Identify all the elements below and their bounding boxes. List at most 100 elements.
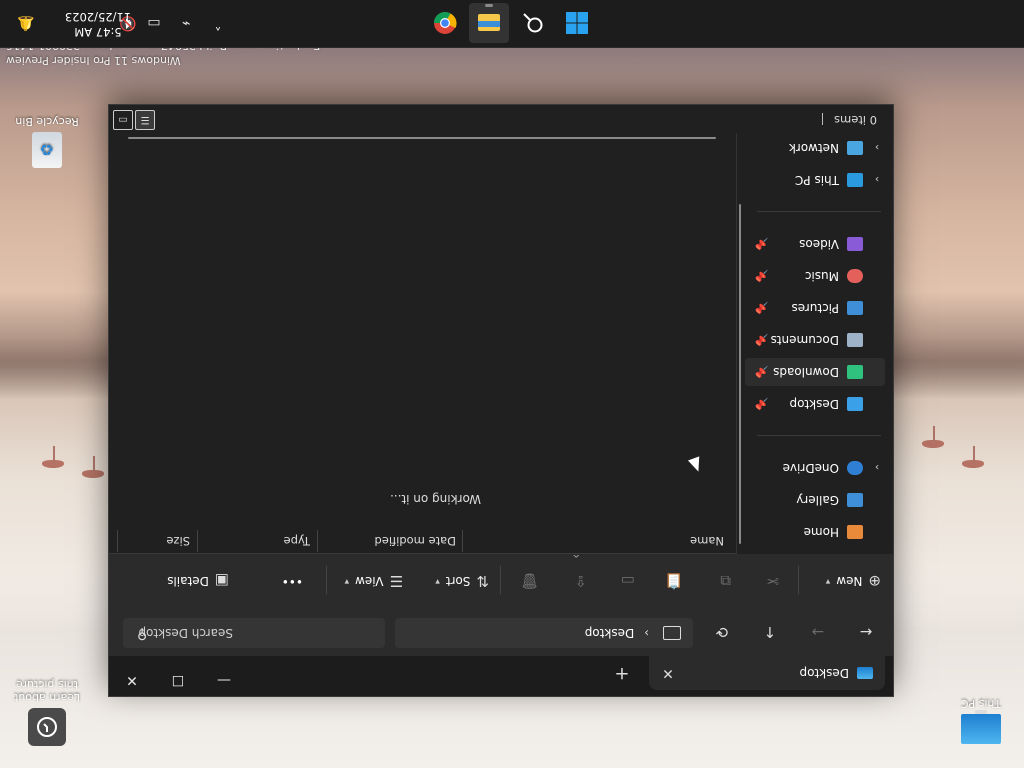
copy-button[interactable]: ⧉ bbox=[714, 568, 731, 594]
nav-item-label: Home bbox=[803, 525, 839, 539]
address-input[interactable]: › Desktop bbox=[395, 618, 693, 648]
horizontal-scrollbar[interactable] bbox=[128, 137, 716, 139]
tab-desktop[interactable]: Desktop ✕ bbox=[649, 656, 885, 690]
view-lines-icon: ☰ bbox=[389, 572, 403, 590]
view-button[interactable]: ☰ View ▾ bbox=[345, 568, 403, 594]
details-view-button[interactable]: ☰ bbox=[135, 110, 155, 130]
bell-icon[interactable]: 🔔 bbox=[16, 13, 36, 33]
divider bbox=[757, 211, 881, 212]
nav-item-label: Network bbox=[788, 141, 839, 155]
column-divider[interactable] bbox=[462, 530, 463, 552]
column-divider[interactable] bbox=[317, 530, 318, 552]
nav-item-desktop[interactable]: Desktop 📌 bbox=[745, 390, 885, 418]
column-header-size[interactable]: Size bbox=[166, 528, 190, 554]
desktop-icon-label: Learn about this picture bbox=[14, 678, 80, 704]
desktop-icon-learn-about-picture[interactable]: Learn about this picture bbox=[12, 678, 82, 746]
nav-pane-scrollbar[interactable] bbox=[739, 204, 741, 544]
desktop-icon-label: Recycle Bin bbox=[15, 115, 79, 128]
delete-button[interactable]: 🗑 bbox=[514, 568, 539, 594]
column-header-type[interactable]: Type bbox=[284, 528, 310, 554]
paste-button[interactable]: 📋 bbox=[658, 568, 683, 594]
chevron-up-icon[interactable]: ˄ bbox=[208, 13, 228, 33]
refresh-button[interactable]: ⟳ bbox=[707, 618, 737, 646]
up-button[interactable]: ↑ bbox=[755, 618, 785, 646]
nav-item-documents[interactable]: Documents 📌 bbox=[745, 326, 885, 354]
view-label: View bbox=[355, 574, 384, 588]
nav-item-music[interactable]: Music 📌 bbox=[745, 262, 885, 290]
nav-item-pictures[interactable]: Pictures 📌 bbox=[745, 294, 885, 322]
tiles-view-button[interactable]: ▭ bbox=[113, 110, 133, 130]
nav-item-home[interactable]: Home bbox=[745, 518, 885, 546]
share-icon: ⇪ bbox=[574, 572, 587, 590]
nav-item-gallery[interactable]: Gallery bbox=[745, 486, 885, 514]
documents-icon bbox=[847, 333, 863, 347]
see-more-button[interactable]: ••• bbox=[282, 568, 303, 594]
chevron-right-icon[interactable]: › bbox=[869, 462, 885, 475]
minimize-button[interactable]: — bbox=[201, 664, 247, 696]
taskbar: ˄ ⌁ ▭ 🔇 5:47 AM 11/25/2023 🔔 bbox=[0, 0, 1024, 48]
nav-item-network[interactable]: › Network bbox=[745, 134, 885, 162]
status-bar: 0 items ☰ ▭ bbox=[109, 105, 893, 133]
breadcrumb-desktop[interactable]: Desktop bbox=[585, 626, 635, 640]
cut-button[interactable]: ✂ bbox=[760, 568, 779, 594]
nav-item-onedrive[interactable]: › OneDrive bbox=[745, 454, 885, 482]
taskbar-search-button[interactable] bbox=[513, 3, 553, 43]
onedrive-icon bbox=[847, 461, 863, 475]
maximize-button[interactable]: ☐ bbox=[155, 664, 201, 696]
chevron-right-icon[interactable]: › bbox=[869, 142, 885, 155]
column-divider[interactable] bbox=[117, 530, 118, 552]
nav-item-downloads[interactable]: Downloads 📌 bbox=[745, 358, 885, 386]
column-header-date-modified[interactable]: Date modified bbox=[375, 528, 457, 554]
chevron-right-icon[interactable]: › bbox=[869, 174, 885, 187]
nav-item-label: Pictures bbox=[791, 301, 839, 315]
back-button[interactable]: ← bbox=[851, 618, 881, 646]
copy-icon: ⧉ bbox=[720, 572, 731, 590]
chevron-down-icon: ▾ bbox=[344, 576, 350, 586]
item-count: 0 items bbox=[834, 113, 877, 127]
share-button[interactable]: ⇪ bbox=[568, 568, 587, 594]
taskbar-clock[interactable]: 5:47 AM 11/25/2023 bbox=[62, 9, 134, 39]
trash-icon: 🗑 bbox=[519, 572, 539, 590]
details-button[interactable]: ▣ Details bbox=[167, 568, 229, 594]
desktop-icon-this-pc[interactable]: This PC bbox=[946, 697, 1016, 748]
home-icon bbox=[847, 525, 863, 539]
sort-indicator-icon: ^ bbox=[572, 548, 580, 558]
pictures-icon bbox=[847, 301, 863, 315]
new-button[interactable]: ⊕ New ▾ bbox=[826, 568, 881, 594]
nav-item-videos[interactable]: Videos 📌 bbox=[745, 230, 885, 258]
this-pc-icon bbox=[961, 710, 1001, 744]
details-pane-icon: ▣ bbox=[214, 572, 229, 590]
column-header-name[interactable]: Name bbox=[690, 528, 724, 554]
tiles-view-icon: ▭ bbox=[118, 114, 128, 126]
search-input[interactable]: Search Desktop ⚲ bbox=[123, 618, 385, 648]
pin-icon: 📌 bbox=[755, 333, 769, 347]
tab-close-button[interactable]: ✕ bbox=[655, 660, 681, 686]
address-bar: ← → ↑ ⟳ › Desktop Search Desktop ⚲ bbox=[109, 608, 893, 656]
start-button[interactable] bbox=[557, 3, 597, 43]
desktop-folder-icon bbox=[857, 667, 873, 679]
watermark-line1: Windows 11 Pro Insider Preview bbox=[6, 54, 181, 67]
nav-item-label: This PC bbox=[795, 173, 839, 187]
nav-item-label: Music bbox=[804, 269, 839, 283]
search-placeholder: Search Desktop bbox=[138, 626, 233, 640]
rename-button[interactable]: ▭ bbox=[615, 568, 635, 594]
chevron-down-icon: ▾ bbox=[435, 576, 440, 586]
column-divider[interactable] bbox=[197, 530, 198, 552]
new-tab-button[interactable]: + bbox=[607, 661, 637, 687]
divider bbox=[500, 566, 501, 594]
sort-label: Sort bbox=[445, 574, 471, 588]
taskbar-file-explorer[interactable] bbox=[469, 3, 509, 43]
chrome-icon bbox=[434, 12, 457, 34]
this-pc-icon bbox=[847, 173, 863, 187]
breadcrumb-chevron-icon[interactable]: › bbox=[644, 626, 649, 640]
desktop-icon-recycle-bin[interactable]: ♻ Recycle Bin bbox=[12, 115, 82, 168]
forward-button[interactable]: → bbox=[803, 618, 833, 646]
taskbar-chrome[interactable] bbox=[425, 3, 465, 43]
chevron-down-icon: ▾ bbox=[825, 576, 831, 586]
network-off-icon[interactable]: ⌁ bbox=[176, 13, 196, 33]
new-label: New bbox=[836, 574, 863, 588]
close-button[interactable]: ✕ bbox=[109, 664, 155, 696]
nav-item-this-pc[interactable]: › This PC bbox=[745, 166, 885, 194]
display-icon[interactable]: ▭ bbox=[144, 13, 164, 33]
sort-button[interactable]: ⇅ Sort ▾ bbox=[435, 568, 489, 594]
